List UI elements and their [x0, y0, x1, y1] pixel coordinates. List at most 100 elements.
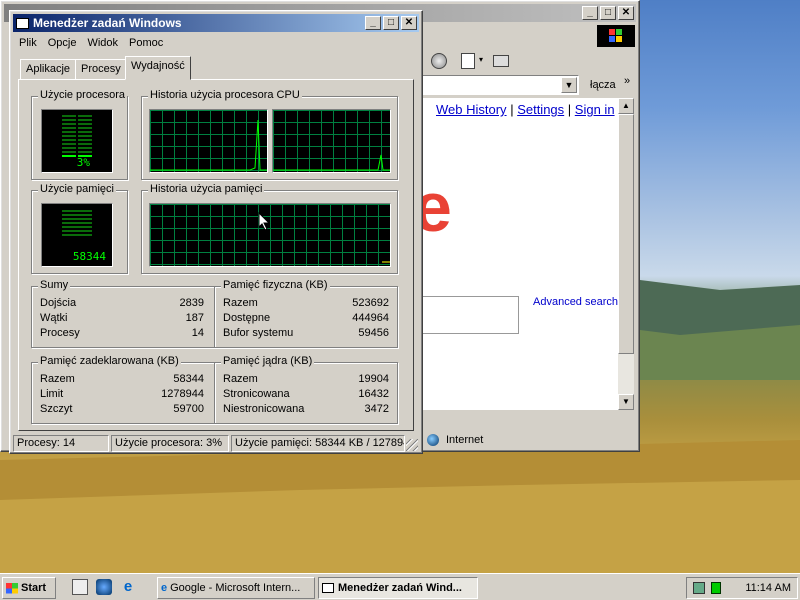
ie-maximize-button[interactable]: □ — [600, 6, 616, 20]
ie-status-zone: Internet — [446, 434, 484, 446]
tab-processes[interactable]: Procesy — [75, 59, 127, 79]
menu-bar: Plik Opcje Widok Pomoc — [19, 37, 174, 49]
taskbar-item-google-ie[interactable]: e Google - Microsoft Intern... — [157, 577, 315, 599]
kernel-memory-row: Razem 19904 — [223, 373, 389, 385]
media-icon[interactable] — [431, 53, 447, 69]
cpu-meter-segment — [62, 119, 76, 121]
search-input[interactable] — [421, 296, 519, 334]
windows-flag-icon — [6, 582, 18, 594]
menu-help[interactable]: Pomoc — [129, 37, 163, 49]
kernel-memory-row: Stronicowana 16432 — [223, 388, 389, 400]
links-label[interactable]: łącza — [590, 79, 616, 91]
clock[interactable]: 11:14 AM — [745, 582, 791, 594]
chevron-right-icon[interactable]: » — [624, 75, 630, 87]
scroll-down-button[interactable]: ▼ — [618, 394, 634, 410]
address-dropdown-button[interactable]: ▼ — [561, 77, 577, 93]
menu-view[interactable]: Widok — [87, 37, 118, 49]
menu-file[interactable]: Plik — [19, 37, 37, 49]
totals-title: Sumy — [38, 279, 71, 291]
ie-status-bar: Internet — [421, 431, 635, 449]
maximize-button[interactable]: □ — [383, 16, 399, 30]
show-desktop-icon[interactable] — [72, 579, 88, 595]
task-manager-window[interactable]: Menedżer zadań Windows _ □ ✕ Plik Opcje … — [9, 10, 423, 454]
cpu-usage-meter: 3% — [41, 109, 113, 173]
taskbar-item-task-manager[interactable]: Menedżer zadań Wind... — [318, 577, 478, 599]
google-logo-fragment: e — [421, 168, 452, 246]
kernel-memory-row: Niestronicowana 3472 — [223, 403, 389, 415]
quick-launch: e — [64, 578, 150, 596]
cpu-usage-value: 3% — [76, 156, 90, 169]
scroll-thumb[interactable] — [618, 114, 634, 354]
cpu-meter-segment — [78, 115, 92, 117]
commit-charge-row: Limit 1278944 — [40, 388, 204, 400]
windows-logo-icon — [597, 25, 635, 47]
physical-memory-group: Pamięć fizyczna (KB) Razem 523692 Dostępn… — [214, 279, 398, 348]
resize-grip[interactable] — [406, 439, 418, 451]
memory-usage-meter: 58344 — [41, 203, 113, 267]
ie-close-button[interactable]: ✕ — [618, 6, 634, 20]
memory-usage-title: Użycie pamięci — [38, 183, 116, 195]
cpu-meter-segment — [78, 143, 92, 145]
commit-charge-row: Szczyt 59700 — [40, 403, 204, 415]
cpu-meter-segment — [78, 147, 92, 149]
commit-charge-title: Pamięć zadeklarowana (KB) — [38, 355, 181, 367]
physical-memory-row: Razem 523692 — [223, 297, 389, 309]
cpu-meter-segment — [78, 127, 92, 129]
internet-explorer-icon[interactable]: e — [120, 579, 136, 595]
physical-memory-row: Bufor systemu 59456 — [223, 327, 389, 339]
print-icon[interactable] — [493, 55, 509, 67]
memory-history-group: Historia użycia pamięci — [141, 183, 398, 274]
cpu-history-line-1 — [150, 119, 267, 171]
cpu-tray-icon[interactable] — [711, 582, 721, 594]
google-nav-links: Web History | Settings | Sign in — [436, 102, 615, 117]
cpu-meter-segment — [62, 131, 76, 133]
start-button[interactable]: Start — [2, 577, 56, 599]
scroll-up-button[interactable]: ▲ — [618, 98, 634, 114]
menu-options[interactable]: Opcje — [48, 37, 77, 49]
window-title: Menedżer zadań Windows — [33, 16, 182, 30]
totals-group: Sumy Dojścia 2839 Wątki 187 Procesy 14 — [31, 279, 215, 348]
cpu-meter-segment — [78, 119, 92, 121]
settings-link[interactable]: Settings — [517, 102, 564, 117]
cpu-meter-segment — [78, 151, 92, 153]
totals-row: Procesy 14 — [40, 327, 204, 339]
advanced-search-link[interactable]: Advanced search — [533, 296, 618, 308]
cpu-meter-segment — [62, 115, 76, 117]
cpu-history-group: Historia użycia procesora CPU — [141, 89, 398, 180]
outlook-express-icon[interactable] — [96, 579, 112, 595]
memory-history-graph — [149, 203, 391, 267]
commit-charge-row: Razem 58344 — [40, 373, 204, 385]
ie-toolbar: ▾ — [421, 49, 637, 73]
status-processes: Procesy: 14 — [13, 435, 109, 452]
web-history-link[interactable]: Web History — [436, 102, 507, 117]
task-manager-icon — [322, 583, 334, 593]
kernel-memory-title: Pamięć jądra (KB) — [221, 355, 315, 367]
cpu-history-title: Historia użycia procesora CPU — [148, 89, 302, 101]
ie-minimize-button[interactable]: _ — [582, 6, 598, 20]
cpu-meter-segment — [62, 139, 76, 141]
sign-in-link[interactable]: Sign in — [575, 102, 615, 117]
tab-performance[interactable]: Wydajność — [125, 56, 191, 80]
cpu-meter-segment — [62, 123, 76, 125]
edit-icon[interactable] — [461, 53, 475, 69]
network-icon[interactable] — [693, 582, 705, 594]
performance-panel: Użycie procesora 3% Historia użycia proc… — [18, 79, 414, 431]
chevron-down-icon[interactable]: ▾ — [479, 55, 483, 64]
totals-row: Dojścia 2839 — [40, 297, 204, 309]
cpu-meter-segment — [78, 135, 92, 137]
commit-charge-group: Pamięć zadeklarowana (KB) Razem 58344 Lim… — [31, 355, 215, 424]
cpu-history-line-2 — [273, 154, 390, 171]
address-bar[interactable]: ▼ — [421, 75, 579, 95]
ie-vertical-scrollbar[interactable]: ▲ ▼ — [618, 98, 634, 410]
tab-applications[interactable]: Aplikacje — [20, 59, 77, 79]
cpu-meter-segment — [62, 127, 76, 129]
cpu-meter-segment — [62, 135, 76, 137]
cpu-meter-segment — [62, 147, 76, 149]
close-button[interactable]: ✕ — [401, 16, 417, 30]
cpu-meter-segment — [78, 131, 92, 133]
minimize-button[interactable]: _ — [365, 16, 381, 30]
physical-memory-row: Dostępne 444964 — [223, 312, 389, 324]
totals-row: Wątki 187 — [40, 312, 204, 324]
task-manager-title-bar[interactable]: Menedżer zadań Windows _ □ ✕ — [13, 14, 419, 32]
internet-explorer-icon: e — [161, 582, 168, 594]
